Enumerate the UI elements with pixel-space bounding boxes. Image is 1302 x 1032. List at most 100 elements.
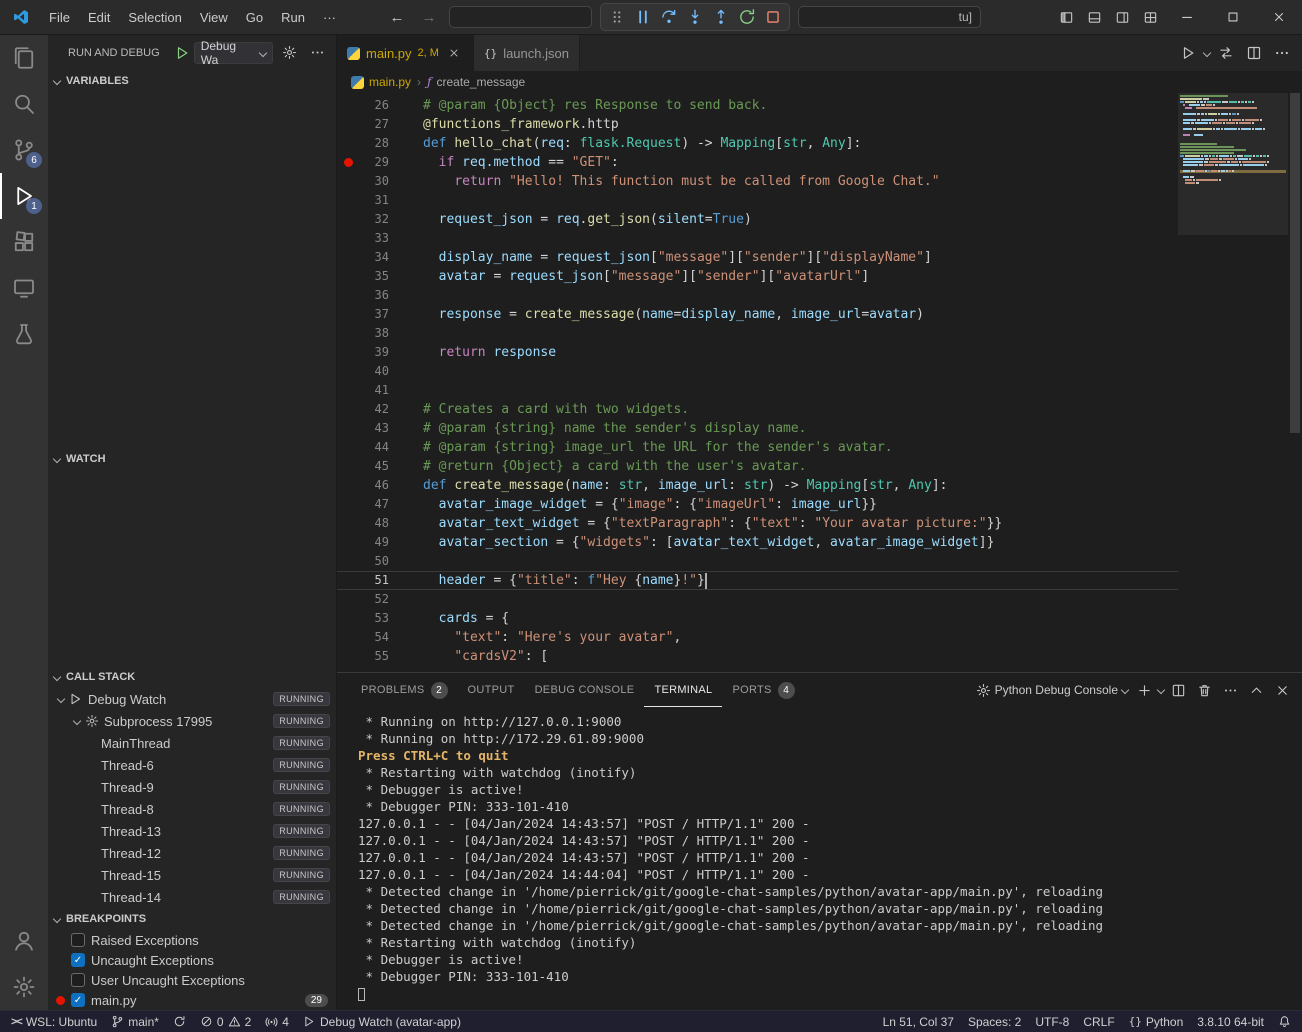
command-center-search[interactable]: [449, 6, 592, 28]
run-dropdown-chevron-icon[interactable]: [1203, 49, 1211, 57]
activity-settings[interactable]: [0, 964, 48, 1010]
menu-item-2[interactable]: Selection: [119, 4, 190, 30]
gutter[interactable]: 37: [337, 305, 406, 324]
code-line-52[interactable]: 52: [337, 590, 1178, 609]
code-line-28[interactable]: 28 def hello_chat(req: flask.Request) ->…: [337, 134, 1178, 153]
gutter[interactable]: 38: [337, 324, 406, 343]
kill-terminal-icon[interactable]: [1192, 678, 1216, 702]
restart-button[interactable]: [735, 5, 759, 29]
code-line-49[interactable]: 49 avatar_section = {"widgets": [avatar_…: [337, 533, 1178, 552]
breakpoint-dot-icon[interactable]: [344, 158, 353, 167]
call-stack-row[interactable]: Thread-13 RUNNING: [48, 820, 336, 842]
code-line-31[interactable]: 31: [337, 191, 1178, 210]
breakpoints-section-header[interactable]: BREAKPOINTS: [48, 908, 336, 930]
gutter[interactable]: 54: [337, 628, 406, 647]
debug-settings-gear-icon[interactable]: [279, 42, 301, 64]
breakpoint-checkbox[interactable]: ✓: [71, 993, 85, 1007]
code-line-39[interactable]: 39 return response: [337, 343, 1178, 362]
code-line-42[interactable]: 42 # Creates a card with two widgets.: [337, 400, 1178, 419]
gutter[interactable]: 45: [337, 457, 406, 476]
code-line-40[interactable]: 40: [337, 362, 1178, 381]
close-button[interactable]: [1256, 0, 1302, 34]
window-title-box[interactable]: tu]: [798, 6, 981, 28]
code-line-48[interactable]: 48 avatar_text_widget = {"textParagraph"…: [337, 514, 1178, 533]
activity-remote-explorer[interactable]: [0, 265, 48, 311]
gutter[interactable]: 33: [337, 229, 406, 248]
code-line-45[interactable]: 45 # @return {Object} a card with the us…: [337, 457, 1178, 476]
activity-testing[interactable]: [0, 311, 48, 357]
status-encoding[interactable]: UTF-8: [1028, 1011, 1076, 1032]
terminal-output[interactable]: * Running on http://127.0.0.1:9000 * Run…: [337, 707, 1302, 1010]
code-line-36[interactable]: 36: [337, 286, 1178, 305]
status-sync[interactable]: [166, 1011, 193, 1032]
call-stack-row[interactable]: Debug Watch RUNNING: [48, 688, 336, 710]
status-remote[interactable]: >< WSL: Ubuntu: [4, 1011, 104, 1032]
toggle-panel-icon[interactable]: [1080, 4, 1108, 30]
panel-more-actions-icon[interactable]: [1218, 678, 1242, 702]
panel-tab-ports[interactable]: PORTS 4: [722, 673, 804, 707]
navigate-back-icon[interactable]: ←: [385, 9, 409, 26]
split-terminal-icon[interactable]: [1166, 678, 1190, 702]
gutter[interactable]: 55: [337, 647, 406, 666]
code-line-51[interactable]: 51 header = {"title": f"Hey {name}!"}: [337, 571, 1178, 590]
open-changes-icon[interactable]: [1214, 41, 1238, 65]
maximize-button[interactable]: [1210, 0, 1256, 34]
code-line-32[interactable]: 32 request_json = req.get_json(silent=Tr…: [337, 210, 1178, 229]
customize-layout-icon[interactable]: [1136, 4, 1164, 30]
gutter[interactable]: 35: [337, 267, 406, 286]
watch-section-header[interactable]: WATCH: [48, 448, 336, 470]
gutter[interactable]: 46: [337, 476, 406, 495]
scrollbar-thumb[interactable]: [1290, 93, 1300, 433]
menu-item-4[interactable]: Go: [237, 4, 272, 30]
activity-run-and-debug[interactable]: 1: [0, 173, 48, 219]
close-icon[interactable]: [445, 44, 463, 62]
gutter[interactable]: 34: [337, 248, 406, 267]
terminal-prompt[interactable]: [358, 985, 1302, 1002]
gutter[interactable]: 53: [337, 609, 406, 628]
menu-item-1[interactable]: Edit: [79, 4, 119, 30]
editor-scrollbar[interactable]: [1288, 93, 1302, 672]
status-branch[interactable]: main*: [104, 1011, 166, 1032]
stop-button[interactable]: [761, 5, 785, 29]
gutter[interactable]: 42: [337, 400, 406, 419]
activity-explorer[interactable]: [0, 35, 48, 81]
gutter[interactable]: 30: [337, 172, 406, 191]
code-line-44[interactable]: 44 # @param {string} image_url the URL f…: [337, 438, 1178, 457]
gutter[interactable]: 29: [337, 153, 406, 172]
gutter[interactable]: 49: [337, 533, 406, 552]
editor-more-actions-icon[interactable]: [1270, 41, 1294, 65]
gutter[interactable]: 47: [337, 495, 406, 514]
activity-search[interactable]: [0, 81, 48, 127]
panel-tab-problems[interactable]: PROBLEMS 2: [351, 673, 458, 707]
gutter[interactable]: 39: [337, 343, 406, 362]
gutter[interactable]: 43: [337, 419, 406, 438]
breakpoint-checkbox[interactable]: ✓: [71, 953, 85, 967]
variables-section-header[interactable]: VARIABLES: [48, 70, 336, 92]
navigate-forward-icon[interactable]: →: [417, 9, 441, 26]
maximize-panel-icon[interactable]: [1244, 678, 1268, 702]
code-line-46[interactable]: 46 def create_message(name: str, image_u…: [337, 476, 1178, 495]
gutter[interactable]: 36: [337, 286, 406, 305]
gutter[interactable]: 40: [337, 362, 406, 381]
call-stack-row[interactable]: Thread-15 RUNNING: [48, 864, 336, 886]
call-stack-row[interactable]: Thread-12 RUNNING: [48, 842, 336, 864]
code-line-54[interactable]: 54 "text": "Here's your avatar",: [337, 628, 1178, 647]
breadcrumb-item[interactable]: ƒ create_message: [427, 75, 525, 89]
gutter[interactable]: 41: [337, 381, 406, 400]
activity-source-control[interactable]: 6: [0, 127, 48, 173]
code-line-37[interactable]: 37 response = create_message(name=displa…: [337, 305, 1178, 324]
step-over-button[interactable]: [657, 5, 681, 29]
code-line-30[interactable]: 30 return "Hello! This function must be …: [337, 172, 1178, 191]
menu-item-3[interactable]: View: [191, 4, 237, 30]
gutter[interactable]: 26: [337, 96, 406, 115]
menu-item-0[interactable]: File: [40, 4, 79, 30]
gutter[interactable]: 44: [337, 438, 406, 457]
panel-tab-output[interactable]: OUTPUT: [458, 673, 525, 707]
call-stack-section-header[interactable]: CALL STACK: [48, 666, 336, 688]
tab-launch-json[interactable]: {} launch.json: [474, 35, 580, 71]
split-editor-icon[interactable]: [1242, 41, 1266, 65]
status-language[interactable]: {} Python: [1122, 1011, 1191, 1032]
start-debug-icon[interactable]: [174, 45, 190, 61]
code-line-53[interactable]: 53 cards = {: [337, 609, 1178, 628]
tab-main-py[interactable]: main.py 2, M: [337, 35, 474, 71]
